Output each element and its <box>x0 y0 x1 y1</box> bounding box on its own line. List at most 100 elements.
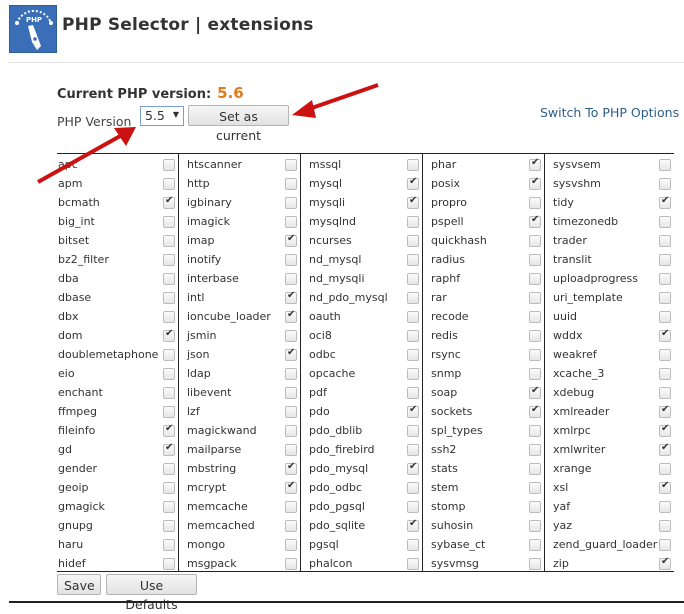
extension-checkbox[interactable] <box>163 557 175 570</box>
extension-checkbox[interactable] <box>163 253 175 266</box>
extension-checkbox[interactable] <box>659 480 671 494</box>
extension-checkbox[interactable] <box>285 177 297 190</box>
extension-checkbox[interactable] <box>659 538 671 551</box>
extension-checkbox[interactable] <box>529 538 541 551</box>
extension-checkbox[interactable] <box>529 404 541 418</box>
extension-checkbox[interactable] <box>407 158 419 171</box>
extension-checkbox[interactable] <box>529 481 541 494</box>
extension-checkbox[interactable] <box>285 538 297 551</box>
extension-checkbox[interactable] <box>285 272 297 285</box>
extension-checkbox[interactable] <box>529 462 541 475</box>
extension-checkbox[interactable] <box>407 176 419 190</box>
extension-checkbox[interactable] <box>659 348 671 361</box>
extension-checkbox[interactable] <box>163 272 175 285</box>
extension-checkbox[interactable] <box>285 196 297 209</box>
extension-checkbox[interactable] <box>659 519 671 532</box>
extension-checkbox[interactable] <box>285 329 297 342</box>
extension-checkbox[interactable] <box>407 518 419 532</box>
extension-checkbox[interactable] <box>529 196 541 209</box>
extension-checkbox[interactable] <box>163 500 175 513</box>
extension-checkbox[interactable] <box>285 290 297 304</box>
extension-checkbox[interactable] <box>659 253 671 266</box>
extension-checkbox[interactable] <box>285 309 297 323</box>
extension-checkbox[interactable] <box>529 443 541 456</box>
extension-checkbox[interactable] <box>285 443 297 456</box>
extension-checkbox[interactable] <box>407 215 419 228</box>
extension-checkbox[interactable] <box>407 253 419 266</box>
extension-checkbox[interactable] <box>163 367 175 380</box>
extension-checkbox[interactable] <box>163 442 175 456</box>
extension-checkbox[interactable] <box>659 442 671 456</box>
extension-checkbox[interactable] <box>529 500 541 513</box>
extension-checkbox[interactable] <box>285 215 297 228</box>
extension-checkbox[interactable] <box>659 177 671 190</box>
extension-checkbox[interactable] <box>659 328 671 342</box>
extension-checkbox[interactable] <box>529 272 541 285</box>
extension-checkbox[interactable] <box>659 386 671 399</box>
extension-checkbox[interactable] <box>163 195 175 209</box>
extension-checkbox[interactable] <box>529 234 541 247</box>
extension-checkbox[interactable] <box>163 348 175 361</box>
extension-checkbox[interactable] <box>407 310 419 323</box>
extension-checkbox[interactable] <box>529 157 541 171</box>
extension-checkbox[interactable] <box>659 272 671 285</box>
extension-checkbox[interactable] <box>285 480 297 494</box>
extension-checkbox[interactable] <box>285 233 297 247</box>
use-defaults-button[interactable]: Use Defaults <box>106 574 197 612</box>
extension-checkbox[interactable] <box>529 329 541 342</box>
extension-checkbox[interactable] <box>529 253 541 266</box>
extension-checkbox[interactable] <box>407 386 419 399</box>
extension-checkbox[interactable] <box>407 234 419 247</box>
extension-checkbox[interactable] <box>659 500 671 513</box>
extension-checkbox[interactable] <box>163 538 175 551</box>
extension-checkbox[interactable] <box>407 538 419 551</box>
extension-checkbox[interactable] <box>659 234 671 247</box>
extension-checkbox[interactable] <box>407 481 419 494</box>
extension-checkbox[interactable] <box>529 519 541 532</box>
extension-checkbox[interactable] <box>407 424 419 437</box>
extension-checkbox[interactable] <box>529 385 541 399</box>
extension-checkbox[interactable] <box>529 557 541 570</box>
extension-checkbox[interactable] <box>659 423 671 437</box>
extension-checkbox[interactable] <box>285 253 297 266</box>
extension-checkbox[interactable] <box>407 443 419 456</box>
extension-checkbox[interactable] <box>285 500 297 513</box>
extension-checkbox[interactable] <box>163 423 175 437</box>
extension-checkbox[interactable] <box>163 328 175 342</box>
extension-checkbox[interactable] <box>285 367 297 380</box>
extension-checkbox[interactable] <box>407 272 419 285</box>
extension-checkbox[interactable] <box>285 424 297 437</box>
extension-checkbox[interactable] <box>659 215 671 228</box>
extension-checkbox[interactable] <box>407 291 419 304</box>
extension-checkbox[interactable] <box>407 367 419 380</box>
extension-checkbox[interactable] <box>407 195 419 209</box>
extension-checkbox[interactable] <box>407 404 419 418</box>
extension-checkbox[interactable] <box>285 347 297 361</box>
extension-checkbox[interactable] <box>163 177 175 190</box>
extension-checkbox[interactable] <box>659 158 671 171</box>
save-button[interactable]: Save <box>57 574 101 595</box>
extension-checkbox[interactable] <box>407 461 419 475</box>
extension-checkbox[interactable] <box>659 291 671 304</box>
extension-checkbox[interactable] <box>529 214 541 228</box>
extension-checkbox[interactable] <box>529 348 541 361</box>
extension-checkbox[interactable] <box>163 215 175 228</box>
extension-checkbox[interactable] <box>285 519 297 532</box>
extension-checkbox[interactable] <box>285 461 297 475</box>
extension-checkbox[interactable] <box>407 329 419 342</box>
extension-checkbox[interactable] <box>163 310 175 323</box>
extension-checkbox[interactable] <box>285 405 297 418</box>
extension-checkbox[interactable] <box>659 404 671 418</box>
set-as-current-button[interactable]: Set as current <box>188 105 289 143</box>
extension-checkbox[interactable] <box>529 310 541 323</box>
extension-checkbox[interactable] <box>407 348 419 361</box>
extension-checkbox[interactable] <box>163 462 175 475</box>
extension-checkbox[interactable] <box>659 556 671 570</box>
extension-checkbox[interactable] <box>529 291 541 304</box>
php-version-select[interactable]: 5.5 ▼ <box>140 106 184 126</box>
extension-checkbox[interactable] <box>285 557 297 570</box>
extension-checkbox[interactable] <box>659 310 671 323</box>
extension-checkbox[interactable] <box>659 462 671 475</box>
switch-to-php-options-link[interactable]: Switch To PHP Options <box>540 105 679 120</box>
extension-checkbox[interactable] <box>285 158 297 171</box>
